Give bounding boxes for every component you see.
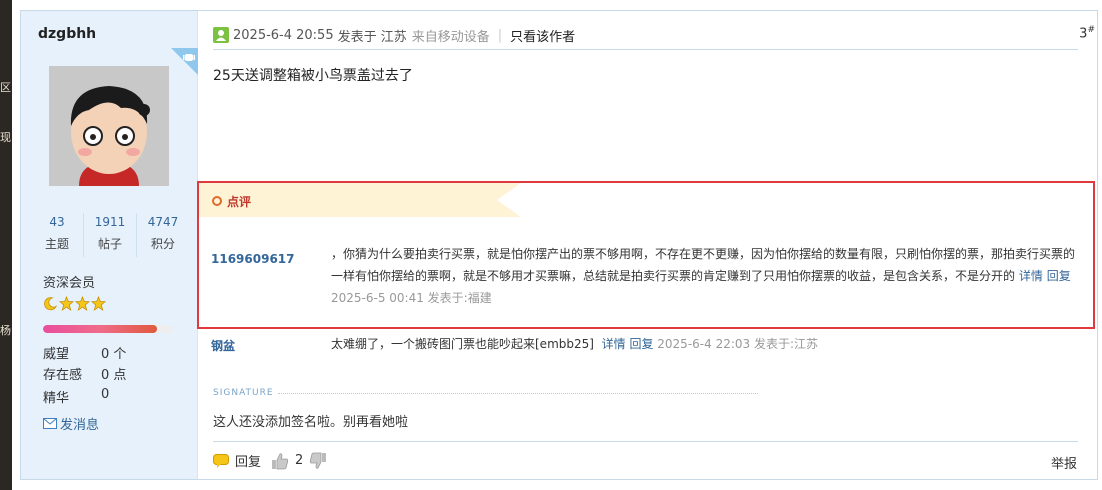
- author-rank[interactable]: 资深会员: [43, 272, 95, 291]
- attr-prestige: 威望 0 个: [43, 343, 126, 362]
- post-content: 25天送调整箱被小鸟票盖过去了: [213, 68, 413, 84]
- signature-header: SIGNATURE: [213, 388, 758, 398]
- star-icon: [91, 296, 106, 311]
- stat-points[interactable]: 4747 积分: [137, 213, 189, 257]
- send-message-link[interactable]: 发消息: [43, 414, 99, 433]
- review-circle-icon: [212, 196, 222, 206]
- comment-text: ，你猜为什么要拍卖行买票，就是怕你摆产出的票不够用啊，不存在更不更赚，因为怕你摆…: [331, 243, 1076, 309]
- speech-bubble-icon: [213, 453, 229, 468]
- stat-topics-label: 主题: [44, 237, 69, 251]
- rank-stars: [43, 296, 106, 311]
- stat-posts[interactable]: 1911 帖子: [84, 213, 137, 257]
- comment-reply-link[interactable]: 回复: [1047, 269, 1071, 283]
- moon-icon: [44, 297, 58, 311]
- post-location: 发表于 江苏: [337, 29, 407, 45]
- star-icon: [75, 296, 90, 311]
- attr-prestige-value: 0 个: [101, 347, 127, 362]
- comment-line: 太难绷了，一个搬砖图门票也能吵起来[embb25]: [331, 337, 594, 351]
- thumbs-down-icon[interactable]: [309, 452, 327, 470]
- header-separator: |: [497, 27, 503, 43]
- attr-presence-value: 0 点: [101, 368, 127, 383]
- author-sidebar: dzgbhh 43 主题 1911 帖子 4747 积分 资深会员 威望 0 个…: [21, 11, 198, 479]
- strip-glyph: 区: [0, 82, 11, 94]
- like-button[interactable]: 2: [271, 452, 327, 470]
- post-time: 2025-6-4 20:55: [233, 27, 334, 43]
- comment-line: ，你猜为什么要拍卖行买票，就是怕你摆产出的票不够用啊，不存在更不更赚，因为怕你摆…: [331, 247, 1076, 261]
- post-main: 2025-6-4 20:55 发表于 江苏 来自移动设备 | 只看该作者 3# …: [197, 11, 1097, 479]
- background-window-strip: 区 现 杨: [0, 0, 12, 490]
- level-progress-bar: [43, 325, 173, 333]
- stat-posts-value[interactable]: 1911: [84, 213, 136, 231]
- author-avatar[interactable]: [49, 66, 169, 186]
- stat-topics-value[interactable]: 43: [31, 213, 83, 231]
- comment-text: 太难绷了，一个搬砖图门票也能吵起来[embb25] 详情 回复 2025-6-4…: [331, 333, 818, 355]
- comment-detail-link[interactable]: 详情: [602, 337, 626, 351]
- android-icon: [171, 48, 198, 75]
- header-divider: [213, 49, 1078, 50]
- review-tag: 点评: [199, 183, 521, 217]
- only-author-link[interactable]: 只看该作者: [510, 26, 575, 45]
- comment-user[interactable]: 1169609617: [211, 252, 295, 266]
- comment-user[interactable]: 钢盆: [211, 337, 235, 354]
- post-device: 来自移动设备: [411, 29, 490, 45]
- signature-divider: [277, 392, 758, 394]
- floor-mark: #: [1087, 25, 1095, 35]
- stat-points-value[interactable]: 4747: [137, 213, 189, 231]
- thumbs-up-icon: [272, 452, 289, 469]
- comment-meta: 2025-6-5 00:41 发表于:福建: [331, 291, 492, 305]
- attr-digest-value: 0: [101, 387, 110, 402]
- post-actions: 回复 2: [213, 451, 337, 470]
- attr-prestige-key: 威望: [43, 347, 70, 362]
- comment-meta: 2025-6-4 22:03 发表于:江苏: [657, 337, 819, 351]
- review-tag-label: 点评: [227, 195, 252, 209]
- send-message-label[interactable]: 发消息: [60, 414, 99, 433]
- post-header: 2025-6-4 20:55 发表于 江苏 来自移动设备 | 只看该作者: [213, 25, 1083, 45]
- review-comment: 1169609617 ，你猜为什么要拍卖行买票，就是怕你摆产出的票不够用啊，不存…: [211, 243, 1091, 313]
- post-container: dzgbhh 43 主题 1911 帖子 4747 积分 资深会员 威望 0 个…: [20, 10, 1098, 480]
- attr-digest-key: 精华: [43, 391, 70, 406]
- reply-button[interactable]: 回复: [213, 451, 261, 470]
- comment-detail-link[interactable]: 详情: [1019, 269, 1043, 283]
- stat-topics[interactable]: 43 主题: [31, 213, 84, 257]
- comment-line-row: 一样有怕你摆给的票啊，就是不够用才买票嘛，总结就是拍卖行买票的肯定赚到了只用怕你…: [331, 265, 1076, 287]
- comment-reply-link[interactable]: 回复: [629, 337, 653, 351]
- strip-glyph: 杨: [0, 325, 11, 337]
- review-comment: 钢盆 太难绷了，一个搬砖图门票也能吵起来[embb25] 详情 回复 2025-…: [211, 333, 1091, 357]
- stat-posts-label: 帖子: [97, 237, 122, 251]
- like-count: 2: [295, 453, 304, 468]
- author-stats: 43 主题 1911 帖子 4747 积分: [31, 213, 189, 257]
- signature-text: 这人还没添加签名啦。别再看她啦: [213, 415, 409, 430]
- star-icon: [59, 296, 74, 311]
- report-link[interactable]: 举报: [1051, 453, 1077, 472]
- review-section: 点评 1169609617 ，你猜为什么要拍卖行买票，就是怕你摆产出的票不够用啊…: [197, 181, 1095, 329]
- signature-label: SIGNATURE: [213, 388, 274, 398]
- attr-presence: 存在感 0 点: [43, 364, 126, 383]
- level-progress-fill: [43, 325, 158, 333]
- strip-glyph: 现: [0, 132, 11, 144]
- reply-label[interactable]: 回复: [235, 451, 261, 470]
- comment-line: 一样有怕你摆给的票啊，就是不够用才买票嘛，总结就是拍卖行买票的肯定赚到了只用怕你…: [331, 269, 1016, 283]
- attr-presence-key: 存在感: [43, 368, 83, 383]
- envelope-icon: [43, 418, 57, 429]
- floor-number[interactable]: 3#: [1079, 25, 1095, 41]
- stat-points-label: 积分: [150, 237, 175, 251]
- attr-digest: 精华 0: [43, 387, 109, 406]
- online-user-icon: [213, 27, 229, 43]
- author-username[interactable]: dzgbhh: [38, 26, 96, 42]
- footer-divider: [213, 441, 1078, 442]
